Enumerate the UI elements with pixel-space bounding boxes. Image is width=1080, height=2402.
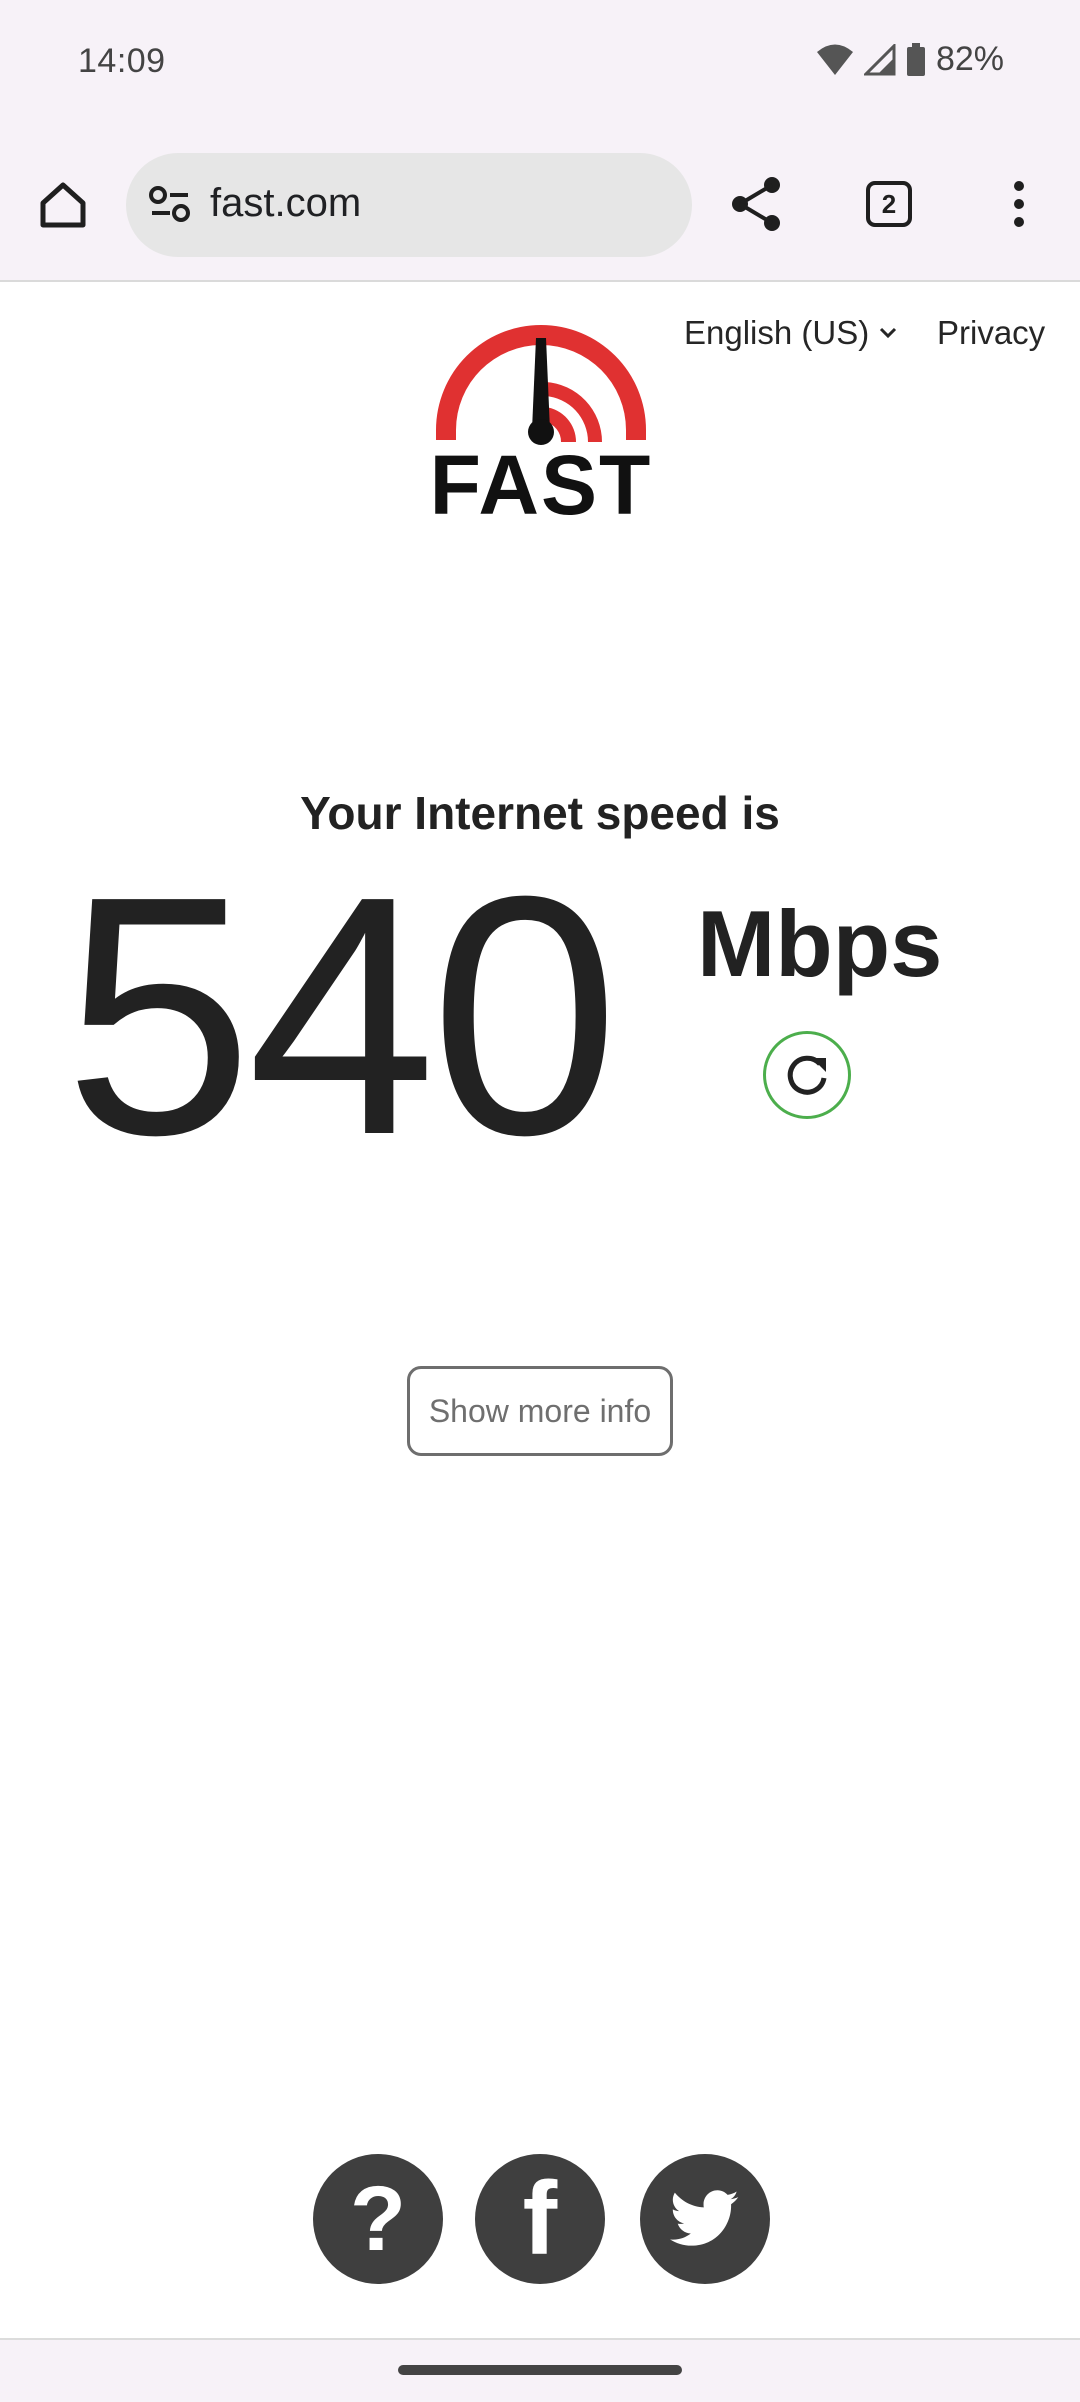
help-icon: ?: [349, 2167, 407, 2270]
show-more-info-button[interactable]: Show more info: [407, 1366, 673, 1456]
refresh-icon: [787, 1055, 827, 1095]
status-icons: 82%: [816, 40, 1004, 79]
url-text[interactable]: fast.com: [210, 181, 361, 226]
battery-icon: [906, 42, 925, 76]
share-icon: [732, 177, 780, 231]
status-time: 14:09: [78, 42, 166, 80]
tab-count: 2: [881, 188, 897, 219]
wifi-icon: [816, 44, 853, 75]
speed-units: Mbps: [697, 891, 943, 996]
facebook-icon: f: [522, 2160, 558, 2277]
logo-text: FAST: [429, 438, 653, 532]
battery-percent: 82%: [935, 40, 1004, 78]
twitter-icon: [670, 2190, 739, 2246]
speed-value: 540: [64, 826, 619, 1206]
fast-logo[interactable]: FAST: [428, 318, 654, 532]
address-bar[interactable]: fast.com: [126, 153, 692, 257]
overflow-menu-button[interactable]: [1004, 178, 1034, 235]
cellular-signal-icon: [863, 43, 896, 75]
twitter-button[interactable]: [640, 2154, 770, 2284]
language-label: English (US): [684, 314, 870, 351]
site-settings-icon[interactable]: [148, 185, 192, 225]
share-button[interactable]: [728, 175, 784, 238]
home-icon: [40, 182, 86, 228]
privacy-link[interactable]: Privacy: [937, 314, 1045, 352]
browser-toolbar: fast.com 2: [0, 130, 1080, 282]
chevron-down-icon: [880, 327, 897, 339]
navigation-gesture-bar: [0, 2338, 1080, 2402]
retest-button[interactable]: [763, 1031, 851, 1119]
status-bar: 14:09 82%: [0, 0, 1080, 130]
speedometer-icon: [436, 325, 646, 445]
tab-switcher-button[interactable]: 2: [866, 181, 912, 227]
language-selector[interactable]: English (US): [684, 314, 897, 352]
more-vert-icon: [1014, 181, 1024, 227]
home-button[interactable]: [30, 172, 96, 238]
help-button[interactable]: ?: [313, 2154, 443, 2284]
home-gesture-handle[interactable]: [398, 2365, 682, 2375]
facebook-button[interactable]: f: [475, 2154, 605, 2284]
